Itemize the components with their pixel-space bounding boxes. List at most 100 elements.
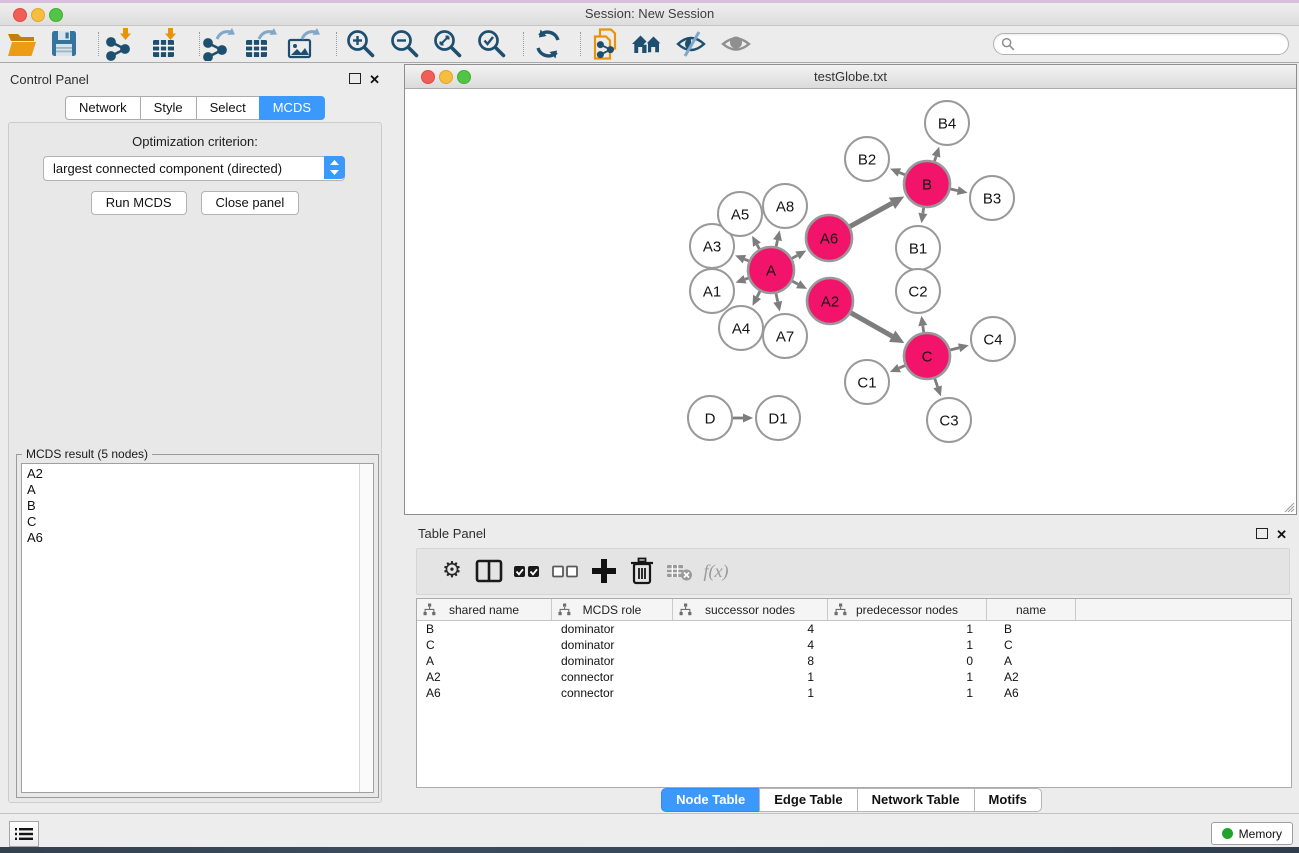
network-node-C[interactable]: C (904, 333, 950, 379)
column-header-shared-name[interactable]: shared name (417, 599, 552, 620)
search-box[interactable] (993, 33, 1289, 55)
export-network-icon[interactable] (200, 28, 236, 60)
table-row-C[interactable]: Cdominator41C (417, 637, 1291, 653)
network-edge-A-A7[interactable] (773, 293, 782, 311)
network-node-A6[interactable]: A6 (806, 215, 852, 261)
tab-edge-table[interactable]: Edge Table (759, 788, 857, 812)
tab-network-table[interactable]: Network Table (857, 788, 975, 812)
network-node-A7[interactable]: A7 (763, 314, 807, 358)
memory-button[interactable]: Memory (1211, 822, 1293, 845)
network-edge-A-A2[interactable] (792, 280, 807, 289)
network-edge-A-A5[interactable] (752, 236, 761, 249)
network-node-A[interactable]: A (748, 247, 794, 293)
network-edge-A-A6[interactable] (792, 251, 806, 260)
tab-mcds[interactable]: MCDS (259, 96, 325, 120)
network-node-A1[interactable]: A1 (690, 269, 734, 313)
show-details-icon[interactable] (718, 28, 754, 60)
network-node-D1[interactable]: D1 (756, 396, 800, 440)
network-node-C3[interactable]: C3 (927, 398, 971, 442)
run-mcds-button[interactable]: Run MCDS (91, 191, 187, 215)
cell-mcds_role: connector (552, 685, 673, 701)
network-canvas[interactable]: AA1A2A3A4A5A6A7A8BB1B2B3B4CC1C2C3C4DD1 (405, 89, 1296, 514)
zoom-selected-icon[interactable] (474, 28, 510, 60)
table-close-panel-icon[interactable]: ✕ (1276, 526, 1287, 544)
toolbar-separator (98, 32, 99, 56)
network-edge-B-B4[interactable] (932, 147, 941, 161)
network-edge-B-B2[interactable] (890, 168, 905, 176)
tab-network[interactable]: Network (65, 96, 141, 120)
tab-motifs[interactable]: Motifs (974, 788, 1042, 812)
import-network-icon[interactable] (102, 28, 138, 60)
result-list-item[interactable]: C (22, 514, 359, 530)
network-node-B4[interactable]: B4 (925, 101, 969, 145)
show-panels-button[interactable] (9, 821, 39, 847)
create-column-icon[interactable] (587, 554, 621, 588)
network-node-B1[interactable]: B1 (896, 226, 940, 270)
search-input[interactable] (1018, 35, 1280, 53)
network-edge-D-D1[interactable] (733, 414, 753, 423)
duplicate-network-icon[interactable] (587, 28, 623, 60)
column-header-predecessor-nodes[interactable]: predecessor nodes (828, 599, 987, 620)
network-edge-C-C4[interactable] (950, 343, 969, 352)
network-edge-C-C2[interactable] (918, 316, 927, 332)
network-edge-A-A8[interactable] (773, 230, 782, 246)
network-edge-B-B1[interactable] (918, 208, 927, 223)
network-node-A4[interactable]: A4 (719, 306, 763, 350)
table-row-A6[interactable]: A6connector11A6 (417, 685, 1291, 701)
network-edge-A6-B[interactable] (850, 197, 904, 227)
table-row-A[interactable]: Adominator80A (417, 653, 1291, 669)
open-session-icon[interactable] (4, 28, 40, 60)
save-session-icon[interactable] (46, 28, 82, 60)
network-node-B3[interactable]: B3 (970, 176, 1014, 220)
tab-node-table[interactable]: Node Table (661, 788, 760, 812)
export-image-icon[interactable] (285, 28, 321, 60)
network-edge-C-C1[interactable] (890, 364, 905, 372)
zoom-out-icon[interactable] (387, 28, 423, 60)
table-mode-gear-icon[interactable]: ⚙ (435, 554, 469, 588)
network-node-B[interactable]: B (904, 161, 950, 207)
show-column-icon[interactable] (472, 554, 506, 588)
delete-column-icon[interactable] (625, 554, 659, 588)
network-node-B2[interactable]: B2 (845, 137, 889, 181)
network-edge-A-A1[interactable] (736, 275, 749, 283)
hide-details-icon[interactable] (673, 28, 709, 60)
table-float-panel-icon[interactable] (1256, 526, 1268, 544)
result-list-item[interactable]: A6 (22, 530, 359, 546)
network-node-A8[interactable]: A8 (763, 184, 807, 228)
criterion-select[interactable]: largest connected component (directed) (43, 156, 345, 181)
column-header-MCDS-role[interactable]: MCDS role (552, 599, 673, 620)
network-edge-A2-C[interactable] (851, 313, 905, 343)
export-table-icon[interactable] (242, 28, 278, 60)
import-table-icon[interactable] (147, 28, 183, 60)
result-list-item[interactable]: B (22, 498, 359, 514)
result-list-item[interactable]: A (22, 482, 359, 498)
network-node-C1[interactable]: C1 (845, 360, 889, 404)
table-row-B[interactable]: Bdominator41B (417, 621, 1291, 637)
float-panel-icon[interactable] (349, 71, 361, 89)
zoom-fit-icon[interactable] (430, 28, 466, 60)
column-header-successor-nodes[interactable]: successor nodes (673, 599, 828, 620)
network-node-A5[interactable]: A5 (718, 192, 762, 236)
network-node-D[interactable]: D (688, 396, 732, 440)
network-edge-B-B3[interactable] (950, 186, 967, 195)
close-panel-icon[interactable]: ✕ (369, 71, 380, 89)
network-node-C4[interactable]: C4 (971, 317, 1015, 361)
tab-select[interactable]: Select (196, 96, 260, 120)
unselect-all-columns-icon[interactable] (548, 554, 582, 588)
result-list-item[interactable]: A2 (22, 466, 359, 482)
resize-grip[interactable] (1281, 499, 1295, 513)
column-header-name[interactable]: name (987, 599, 1076, 620)
tab-style[interactable]: Style (140, 96, 197, 120)
refresh-layout-icon[interactable] (530, 28, 566, 60)
result-list-scrollbar[interactable] (359, 464, 373, 792)
network-node-A2[interactable]: A2 (807, 278, 853, 324)
network-edge-C-C3[interactable] (933, 379, 942, 397)
network-edge-A-A4[interactable] (752, 291, 761, 305)
network-node-C2[interactable]: C2 (896, 269, 940, 313)
network-overview-icon[interactable] (629, 28, 665, 60)
select-all-columns-icon[interactable] (510, 554, 544, 588)
zoom-in-icon[interactable] (343, 28, 379, 60)
table-row-A2[interactable]: A2connector11A2 (417, 669, 1291, 685)
close-panel-button[interactable]: Close panel (201, 191, 300, 215)
network-edge-A-A3[interactable] (735, 255, 749, 263)
